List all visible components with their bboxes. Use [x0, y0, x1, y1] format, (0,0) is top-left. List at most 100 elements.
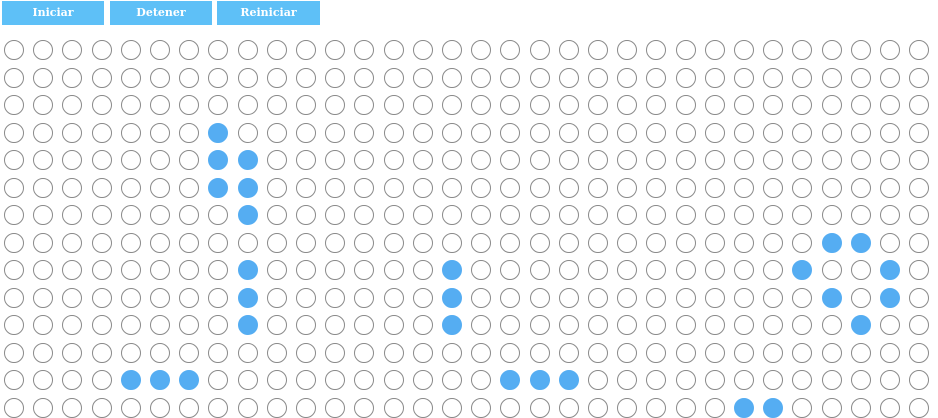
- cell-dead[interactable]: [325, 287, 346, 308]
- cell-dead[interactable]: [442, 67, 462, 88]
- cell-dead[interactable]: [646, 205, 667, 225]
- cell-dead[interactable]: [442, 122, 462, 143]
- cell-dead[interactable]: [704, 287, 725, 308]
- cell-dead[interactable]: [237, 232, 258, 253]
- cell-dead[interactable]: [763, 315, 784, 335]
- cell-dead[interactable]: [442, 177, 462, 198]
- cell-dead[interactable]: [558, 342, 579, 363]
- cell-dead[interactable]: [33, 67, 54, 88]
- cell-dead[interactable]: [821, 342, 842, 363]
- cell-dead[interactable]: [179, 122, 200, 143]
- cell-alive[interactable]: [850, 232, 871, 253]
- cell-dead[interactable]: [412, 95, 433, 115]
- cell-dead[interactable]: [821, 150, 842, 170]
- cell-dead[interactable]: [734, 95, 754, 115]
- cell-dead[interactable]: [734, 67, 754, 88]
- cell-dead[interactable]: [792, 342, 813, 363]
- cell-dead[interactable]: [704, 205, 725, 225]
- cell-dead[interactable]: [821, 177, 842, 198]
- cell-dead[interactable]: [120, 150, 141, 170]
- cell-dead[interactable]: [588, 260, 608, 280]
- cell-dead[interactable]: [471, 95, 492, 115]
- cell-dead[interactable]: [529, 205, 550, 225]
- cell-dead[interactable]: [675, 95, 696, 115]
- cell-dead[interactable]: [120, 67, 141, 88]
- cell-dead[interactable]: [4, 315, 24, 335]
- cell-dead[interactable]: [675, 260, 696, 280]
- cell-dead[interactable]: [296, 205, 316, 225]
- cell-dead[interactable]: [529, 95, 550, 115]
- cell-dead[interactable]: [325, 205, 346, 225]
- cell-dead[interactable]: [442, 150, 462, 170]
- cell-dead[interactable]: [558, 287, 579, 308]
- cell-dead[interactable]: [266, 122, 287, 143]
- cell-dead[interactable]: [208, 67, 229, 88]
- cell-dead[interactable]: [909, 67, 930, 88]
- cell-dead[interactable]: [354, 150, 375, 170]
- cell-dead[interactable]: [675, 397, 696, 418]
- cell-dead[interactable]: [120, 397, 141, 418]
- cell-dead[interactable]: [880, 397, 900, 418]
- cell-dead[interactable]: [880, 205, 900, 225]
- cell-dead[interactable]: [91, 342, 112, 363]
- cell-dead[interactable]: [500, 232, 521, 253]
- cell-dead[interactable]: [179, 397, 200, 418]
- cell-dead[interactable]: [150, 315, 170, 335]
- cell-dead[interactable]: [208, 370, 229, 390]
- cell-dead[interactable]: [734, 205, 754, 225]
- cell-dead[interactable]: [179, 260, 200, 280]
- cell-dead[interactable]: [734, 177, 754, 198]
- cell-dead[interactable]: [150, 287, 170, 308]
- cell-dead[interactable]: [821, 122, 842, 143]
- cell-dead[interactable]: [763, 95, 784, 115]
- cell-dead[interactable]: [763, 260, 784, 280]
- cell-alive[interactable]: [821, 232, 842, 253]
- cell-dead[interactable]: [617, 397, 638, 418]
- cell-dead[interactable]: [33, 205, 54, 225]
- cell-dead[interactable]: [588, 122, 608, 143]
- cell-dead[interactable]: [558, 232, 579, 253]
- cell-dead[interactable]: [500, 315, 521, 335]
- cell-dead[interactable]: [471, 67, 492, 88]
- cell-alive[interactable]: [150, 370, 170, 390]
- cell-dead[interactable]: [442, 232, 462, 253]
- cell-dead[interactable]: [850, 397, 871, 418]
- cell-alive[interactable]: [237, 177, 258, 198]
- cell-dead[interactable]: [617, 260, 638, 280]
- cell-dead[interactable]: [179, 40, 200, 60]
- cell-dead[interactable]: [237, 40, 258, 60]
- cell-dead[interactable]: [266, 315, 287, 335]
- cell-dead[interactable]: [792, 95, 813, 115]
- cell-dead[interactable]: [354, 122, 375, 143]
- cell-dead[interactable]: [62, 232, 83, 253]
- cell-dead[interactable]: [33, 370, 54, 390]
- cell-dead[interactable]: [558, 95, 579, 115]
- cell-dead[interactable]: [91, 40, 112, 60]
- cell-dead[interactable]: [617, 40, 638, 60]
- cell-dead[interactable]: [880, 342, 900, 363]
- cell-dead[interactable]: [62, 95, 83, 115]
- cell-dead[interactable]: [296, 315, 316, 335]
- cell-dead[interactable]: [763, 342, 784, 363]
- cell-dead[interactable]: [412, 205, 433, 225]
- cell-alive[interactable]: [792, 260, 813, 280]
- cell-dead[interactable]: [412, 287, 433, 308]
- cell-dead[interactable]: [909, 177, 930, 198]
- cell-dead[interactable]: [33, 150, 54, 170]
- cell-dead[interactable]: [471, 122, 492, 143]
- cell-dead[interactable]: [208, 40, 229, 60]
- cell-dead[interactable]: [675, 232, 696, 253]
- cell-alive[interactable]: [821, 287, 842, 308]
- cell-alive[interactable]: [237, 287, 258, 308]
- cell-dead[interactable]: [383, 122, 404, 143]
- cell-dead[interactable]: [62, 67, 83, 88]
- stop-button[interactable]: Detener: [110, 1, 212, 25]
- cell-dead[interactable]: [91, 150, 112, 170]
- cell-dead[interactable]: [33, 260, 54, 280]
- cell-dead[interactable]: [4, 67, 24, 88]
- cell-dead[interactable]: [354, 205, 375, 225]
- cell-dead[interactable]: [850, 177, 871, 198]
- cell-alive[interactable]: [120, 370, 141, 390]
- cell-dead[interactable]: [296, 177, 316, 198]
- cell-dead[interactable]: [91, 315, 112, 335]
